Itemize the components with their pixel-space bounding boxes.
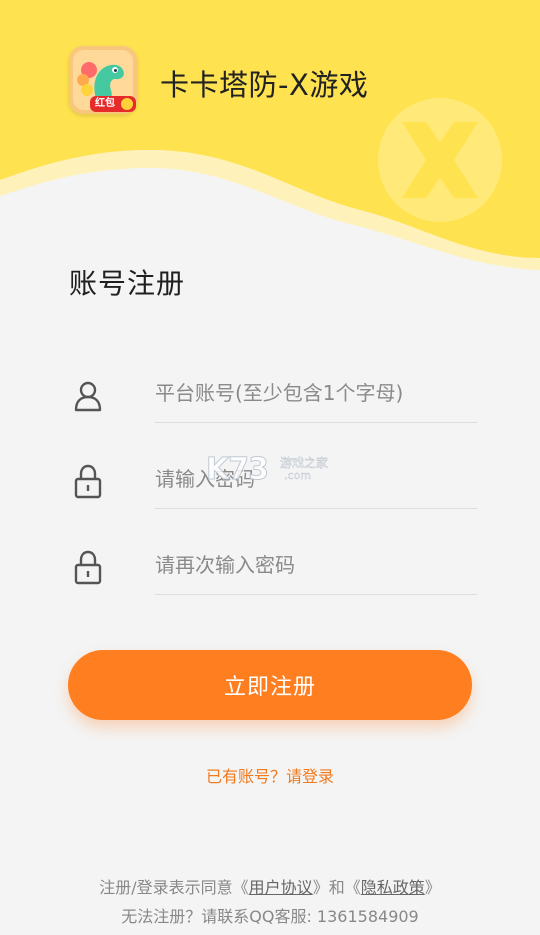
coin-icon bbox=[121, 98, 133, 110]
account-input[interactable] bbox=[155, 364, 477, 423]
agreement-middle: 》和《 bbox=[312, 878, 361, 897]
register-button[interactable]: 立即注册 bbox=[68, 650, 472, 720]
confirm-password-field bbox=[69, 536, 479, 596]
k73-watermark: K73 游戏之家 .com bbox=[206, 452, 346, 492]
lock-icon bbox=[74, 550, 102, 585]
logo-badge: 红包 bbox=[90, 96, 136, 112]
account-field bbox=[69, 364, 479, 424]
lock-icon bbox=[74, 464, 102, 499]
contact-support-text: 无法注册？请联系QQ客服: 1361584909 bbox=[121, 907, 419, 926]
watermark-com: .com bbox=[284, 469, 311, 482]
watermark-brand: K73 bbox=[206, 452, 270, 488]
confirm-password-input[interactable] bbox=[155, 536, 477, 595]
app-title: 卡卡塔防-X游戏 bbox=[160, 68, 369, 102]
privacy-policy-link[interactable]: 隐私政策 bbox=[361, 878, 425, 897]
agreement-suffix: 》 bbox=[424, 878, 441, 897]
user-agreement-link[interactable]: 用户协议 bbox=[249, 878, 313, 897]
decorative-x-emblem bbox=[378, 98, 502, 222]
user-icon bbox=[74, 381, 102, 412]
agreement-text: 注册/登录表示同意《用户协议》和《隐私政策》 bbox=[0, 874, 540, 898]
header-background bbox=[0, 0, 540, 270]
agreement-prefix: 注册/登录表示同意《 bbox=[99, 878, 249, 897]
page-title: 账号注册 bbox=[69, 267, 186, 300]
login-link[interactable]: 已有账号？请登录 bbox=[0, 763, 540, 787]
logo-badge-text: 红包 bbox=[95, 98, 115, 109]
